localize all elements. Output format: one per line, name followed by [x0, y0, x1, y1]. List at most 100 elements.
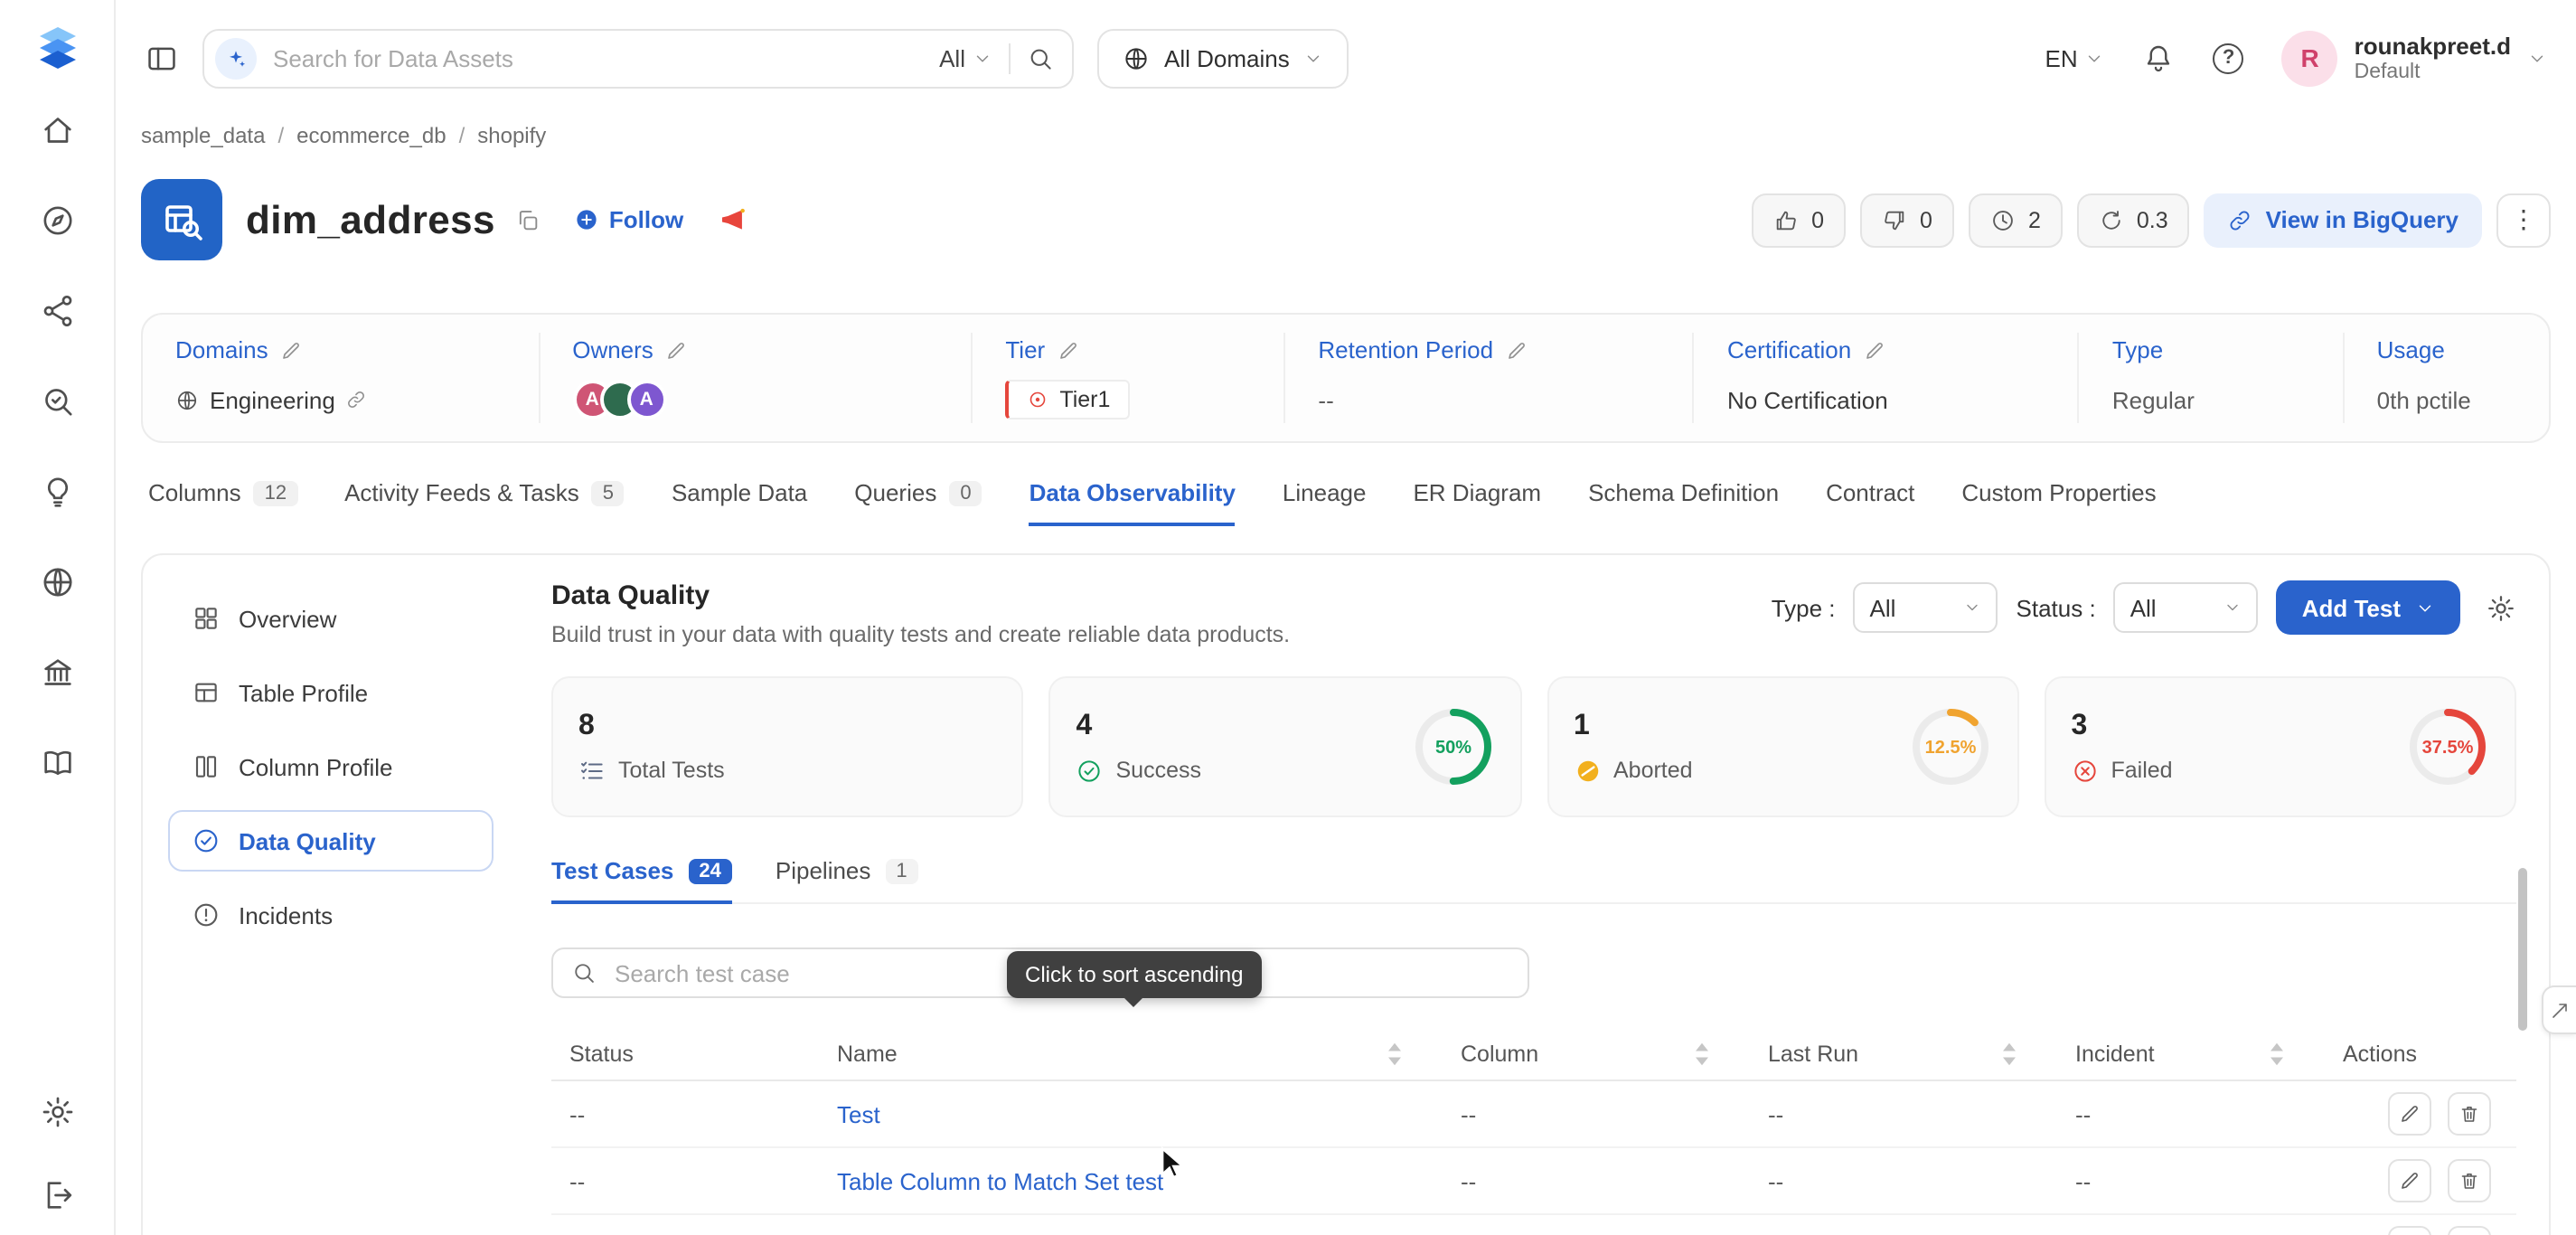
watch-count-button[interactable]: 2	[1969, 193, 2063, 247]
test-settings-button[interactable]	[2486, 593, 2516, 624]
menu-item-column-profile[interactable]: Column Profile	[168, 737, 494, 798]
owner-avatars[interactable]: A A	[572, 381, 666, 420]
edit-test-button[interactable]	[2388, 1227, 2431, 1235]
user-team: Default	[2355, 59, 2511, 84]
sort-icon[interactable]	[2269, 1042, 2285, 1068]
search-icon[interactable]	[1027, 44, 1054, 71]
edit-certification-button[interactable]	[1864, 340, 1885, 362]
search-icon	[571, 961, 597, 986]
tab-columns[interactable]: Columns12	[148, 480, 297, 527]
tab-queries[interactable]: Queries0	[854, 480, 982, 527]
sidebar-toggle-button[interactable]	[145, 41, 179, 75]
edit-test-button[interactable]	[2388, 1093, 2431, 1136]
status-filter-select[interactable]: All	[2114, 583, 2259, 634]
search-scope-dropdown[interactable]: All	[939, 44, 992, 71]
more-options-button[interactable]: ⋮	[2496, 193, 2551, 247]
delete-test-button[interactable]	[2448, 1093, 2491, 1136]
column-header-column[interactable]: Column	[1443, 1042, 1750, 1068]
openmetadata-logo[interactable]	[32, 22, 82, 72]
tab-data-observability[interactable]: Data Observability	[1029, 480, 1236, 527]
global-search-bar[interactable]: Search for Data Assets All	[202, 28, 1074, 88]
rail-item-logout[interactable]	[39, 1177, 75, 1213]
globe-icon	[39, 564, 75, 600]
type-filter-select[interactable]: All	[1854, 583, 1998, 634]
rail-item-settings[interactable]	[39, 1094, 75, 1130]
add-test-button[interactable]: Add Test	[2277, 581, 2460, 636]
ai-search-icon[interactable]	[215, 37, 257, 79]
user-menu[interactable]: R rounakpreet.d Default	[2282, 30, 2547, 86]
delete-test-button[interactable]	[2448, 1227, 2491, 1235]
tab-custom-properties[interactable]: Custom Properties	[1961, 480, 2156, 527]
rail-item-observability[interactable]	[39, 383, 75, 420]
announcement-button[interactable]	[718, 204, 748, 235]
tab-sample-data[interactable]: Sample Data	[672, 480, 807, 527]
test-case-link[interactable]: Test	[837, 1101, 880, 1128]
sort-icon[interactable]	[1694, 1042, 1710, 1068]
chevron-down-icon	[973, 48, 992, 68]
column-header-name[interactable]: Name	[819, 1042, 1443, 1068]
edit-test-button[interactable]	[2388, 1160, 2431, 1203]
info-certification: Certification No Certification	[1695, 334, 2080, 424]
follow-button[interactable]: Follow	[573, 206, 683, 233]
rail-item-explore[interactable]	[39, 203, 75, 239]
sort-icon[interactable]	[1387, 1042, 1403, 1068]
column-header-last-run[interactable]: Last Run	[1750, 1042, 2057, 1068]
info-tier: Tier Tier1	[973, 334, 1285, 424]
delete-test-button[interactable]	[2448, 1160, 2491, 1203]
data-quality-main: Data Quality Build trust in your data wi…	[519, 556, 2549, 1235]
tab-contract[interactable]: Contract	[1826, 480, 1914, 527]
menu-item-data-quality[interactable]: Data Quality	[168, 811, 494, 872]
menu-item-overview[interactable]: Overview	[168, 589, 494, 650]
tab-pipelines[interactable]: Pipelines 1	[776, 858, 918, 905]
view-in-service-button[interactable]: View in BigQuery	[2205, 193, 2482, 247]
notifications-button[interactable]	[2143, 42, 2176, 74]
menu-item-table-profile[interactable]: Table Profile	[168, 663, 494, 724]
breadcrumb-item-database[interactable]: ecommerce_db	[296, 123, 446, 148]
tab-activity-feeds[interactable]: Activity Feeds & Tasks5	[344, 480, 625, 527]
panel-expand-handle[interactable]	[2542, 985, 2576, 1034]
tab-lineage[interactable]: Lineage	[1283, 480, 1367, 527]
column-header-incident[interactable]: Incident	[2057, 1042, 2325, 1068]
rail-item-glossary[interactable]	[39, 745, 75, 781]
column-header-status[interactable]: Status	[551, 1042, 819, 1068]
downvote-button[interactable]: 0	[1860, 193, 1954, 247]
domains-filter-dropdown[interactable]: All Domains	[1097, 28, 1349, 88]
upvote-button[interactable]: 0	[1752, 193, 1846, 247]
tab-er-diagram[interactable]: ER Diagram	[1413, 480, 1541, 527]
failed-percent-ring: 37.5%	[2406, 706, 2489, 789]
edit-domains-button[interactable]	[281, 340, 303, 362]
edit-owners-button[interactable]	[666, 340, 688, 362]
rail-item-domains[interactable]	[39, 564, 75, 600]
breadcrumb-item-service[interactable]: sample_data	[141, 123, 265, 148]
domains-value[interactable]: Engineering	[210, 387, 335, 414]
compass-icon	[39, 203, 75, 239]
table-row: -- Table Column to Match Set test -- -- …	[551, 1149, 2516, 1216]
tab-test-cases[interactable]: Test Cases 24	[551, 858, 732, 905]
rail-item-insights[interactable]	[39, 474, 75, 510]
rail-item-home[interactable]	[39, 112, 75, 148]
copy-name-button[interactable]	[515, 207, 541, 232]
test-case-link[interactable]: Table Column to Match Set test	[837, 1168, 1163, 1195]
version-button[interactable]: 0.3	[2077, 193, 2190, 247]
rail-item-govern[interactable]	[39, 655, 75, 691]
vertical-scrollbar[interactable]	[2518, 868, 2527, 1031]
summary-card-total: 8 Total Tests	[551, 677, 1024, 818]
help-button[interactable]: ?	[2214, 42, 2244, 73]
search-placeholder[interactable]: Search for Data Assets	[273, 44, 923, 71]
menu-item-incidents[interactable]: Incidents	[168, 885, 494, 947]
tier-badge[interactable]: Tier1	[1005, 381, 1130, 420]
type-filter-label: Type :	[1772, 595, 1836, 622]
chevron-down-icon	[2527, 48, 2547, 68]
breadcrumb-item-schema[interactable]: shopify	[477, 123, 546, 148]
sort-icon[interactable]	[2001, 1042, 2017, 1068]
thumbs-down-icon	[1882, 207, 1907, 232]
language-dropdown[interactable]: EN	[2045, 44, 2105, 71]
test-list-tabs: Test Cases 24 Pipelines 1	[551, 858, 2516, 905]
top-navbar: Search for Data Assets All All Domains E…	[116, 0, 2576, 116]
tab-schema-definition[interactable]: Schema Definition	[1588, 480, 1779, 527]
edit-tier-button[interactable]	[1058, 340, 1079, 362]
edit-retention-button[interactable]	[1506, 340, 1528, 362]
search-check-icon	[39, 383, 75, 420]
rail-item-platform[interactable]	[39, 293, 75, 329]
tier-icon	[1027, 390, 1048, 411]
